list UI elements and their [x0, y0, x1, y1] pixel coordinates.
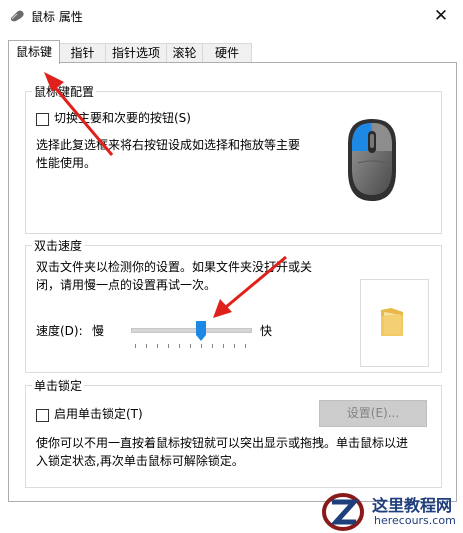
tab-label: 鼠标键	[15, 45, 52, 59]
slider-tick	[157, 344, 158, 348]
double-click-group: 双击速度 双击文件夹以检测你的设置。如果文件夹没打开或关 闭，请用慢一点的设置再…	[25, 237, 442, 373]
slider-tick	[234, 344, 235, 348]
slider-thumb[interactable]	[196, 321, 207, 341]
tab-wheel[interactable]: 滚轮	[166, 43, 203, 63]
tab-label: 滚轮	[172, 46, 197, 60]
slow-label: 慢	[92, 324, 105, 338]
speed-label: 速度(D):	[36, 324, 83, 338]
slider-tick	[135, 344, 136, 348]
speed-slider[interactable]	[131, 318, 252, 352]
fast-label: 快	[260, 324, 273, 338]
tab-hardware[interactable]: 硬件	[202, 43, 252, 63]
slider-tick	[168, 344, 169, 348]
close-icon: ✕	[433, 6, 449, 26]
close-button[interactable]: ✕	[419, 0, 463, 32]
double-click-desc-1: 双击文件夹以检测你的设置。如果文件夹没打开或关	[36, 260, 313, 274]
button-config-desc-1: 选择此复选框来将右按钮设成如选择和拖放等主要	[36, 138, 301, 152]
slider-tick	[179, 344, 180, 348]
watermark: 这里教程网 herecours.com	[318, 490, 463, 533]
click-lock-desc-2: 入锁定状态,再次单击鼠标可解除锁定。	[36, 454, 244, 468]
tab-panel: 鼠标键配置 切换主要和次要的按钮(S) 选择此复选框来将右按钮设成如选择和拖放等…	[8, 62, 457, 502]
watermark-logo-icon	[322, 493, 364, 531]
click-lock-label[interactable]: 启用单击锁定(T)	[54, 405, 143, 423]
switch-buttons-label[interactable]: 切换主要和次要的按钮(S)	[54, 109, 191, 127]
tab-mouse-buttons[interactable]: 鼠标键	[8, 40, 60, 64]
button-config-desc-2: 性能使用。	[36, 156, 97, 170]
slider-tick	[245, 344, 246, 348]
group-title: 鼠标键配置	[32, 83, 97, 100]
tab-pointers[interactable]: 指针	[59, 43, 106, 63]
slider-tick	[190, 344, 191, 348]
window-title: 鼠标 属性	[31, 10, 83, 24]
button-config-group: 鼠标键配置 切换主要和次要的按钮(S) 选择此复选框来将右按钮设成如选择和拖放等…	[25, 83, 442, 234]
slider-tick	[146, 344, 147, 348]
click-lock-checkbox[interactable]	[36, 409, 49, 422]
group-title: 双击速度	[32, 237, 85, 254]
switch-buttons-checkbox[interactable]	[36, 113, 49, 126]
settings-button[interactable]: 设置(E)...	[319, 400, 427, 427]
tab-label: 指针	[70, 46, 95, 60]
group-title: 单击锁定	[32, 377, 85, 394]
slider-tick	[201, 344, 202, 348]
folder-icon[interactable]	[379, 306, 405, 338]
settings-button-label: 设置(E)...	[346, 406, 400, 420]
click-lock-desc-1: 使你可以不用一直按着鼠标按钮就可以突出显示或拖拽。单击鼠标以进	[36, 436, 409, 450]
watermark-url: herecours.com	[374, 514, 456, 527]
watermark-brand: 这里教程网	[372, 496, 453, 515]
test-folder-area[interactable]	[360, 279, 429, 367]
title-bar: 鼠标 属性 ✕	[0, 0, 463, 32]
tab-pointer-options[interactable]: 指针选项	[105, 43, 167, 63]
double-click-desc-2: 闭，请用慢一点的设置再试一次。	[36, 278, 217, 292]
slider-track	[131, 328, 252, 333]
mouse-app-icon	[11, 10, 24, 22]
tab-label: 指针选项	[111, 46, 160, 60]
slider-tick	[223, 344, 224, 348]
slider-tick	[212, 344, 213, 348]
click-lock-group: 单击锁定 启用单击锁定(T) 设置(E)... 使你可以不用一直按着鼠标按钮就可…	[25, 377, 442, 488]
mouse-illustration	[348, 119, 396, 201]
tab-label: 硬件	[214, 46, 239, 60]
